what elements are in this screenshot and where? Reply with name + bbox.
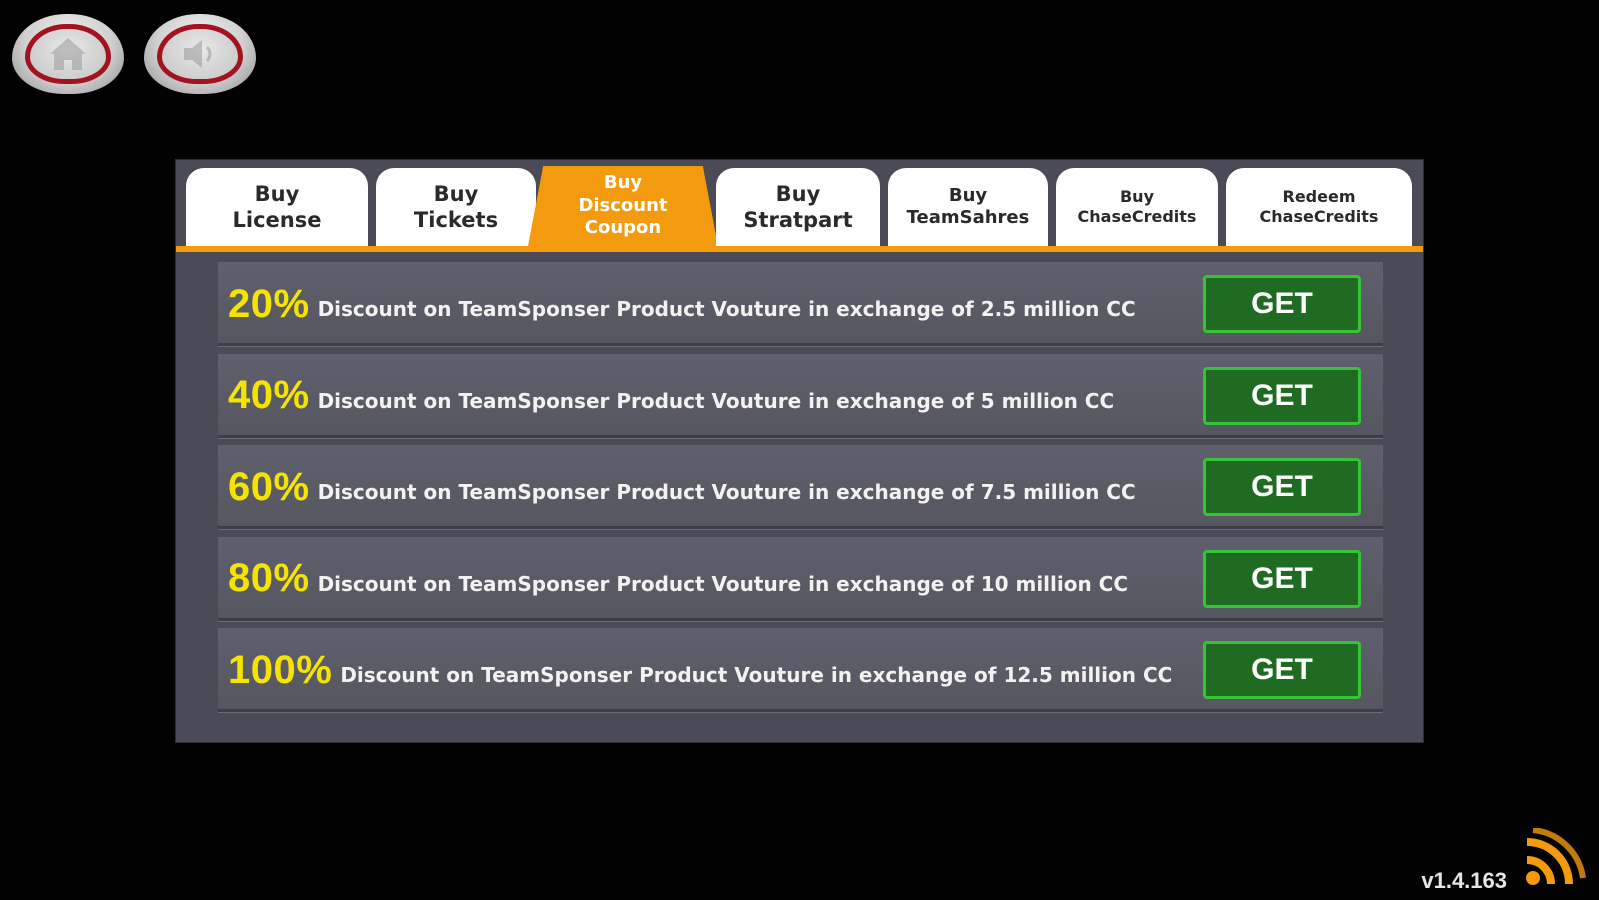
- tab-label: Redeem ChaseCredits: [1259, 187, 1379, 226]
- tab-label: Buy Tickets: [413, 181, 499, 232]
- coupon-row: 80% Discount on TeamSponser Product Vout…: [218, 536, 1383, 621]
- coupon-row: 60% Discount on TeamSponser Product Vout…: [218, 445, 1383, 529]
- home-button[interactable]: [12, 14, 124, 94]
- tab-bar: Buy License Buy Tickets Buy Discount Cou…: [176, 160, 1423, 252]
- get-button[interactable]: GET: [1203, 549, 1361, 608]
- tab-label: Buy Discount Coupon: [578, 172, 668, 239]
- tab-buy-teamsahres[interactable]: Buy TeamSahres: [888, 168, 1048, 246]
- discount-percent: 20%: [228, 281, 310, 326]
- tab-label: Buy License: [232, 181, 322, 232]
- version-label: v1.4.163: [1421, 868, 1507, 893]
- coupon-description: Discount on TeamSponser Product Vouture …: [317, 571, 1129, 596]
- discount-percent: 80%: [228, 556, 310, 600]
- tab-label: Buy Stratpart: [743, 181, 853, 232]
- tab-label: Buy TeamSahres: [906, 184, 1030, 229]
- tab-buy-tickets[interactable]: Buy Tickets: [376, 168, 536, 246]
- tab-redeem-chasecredits[interactable]: Redeem ChaseCredits: [1226, 168, 1412, 246]
- home-button-ring: [25, 24, 111, 84]
- game-screen: Buy License Buy Tickets Buy Discount Cou…: [0, 0, 1599, 900]
- get-button[interactable]: GET: [1203, 366, 1361, 425]
- get-button[interactable]: GET: [1203, 641, 1361, 699]
- coupon-row: 40% Discount on TeamSponser Product Vout…: [218, 353, 1383, 438]
- coupon-row: 20% Discount on TeamSponser Product Vout…: [218, 262, 1383, 346]
- coupon-description: Discount on TeamSponser Product Vouture …: [317, 480, 1136, 504]
- home-icon: [50, 38, 86, 70]
- coupon-description: Discount on TeamSponser Product Vouture …: [340, 663, 1173, 687]
- tab-buy-license[interactable]: Buy License: [186, 168, 368, 246]
- tab-buy-discount-coupon[interactable]: Buy Discount Coupon: [528, 166, 718, 246]
- sound-button-ring: [157, 24, 243, 84]
- wifi-icon: [1526, 828, 1586, 885]
- coupon-list: 20% Discount on TeamSponser Product Vout…: [218, 262, 1383, 720]
- tab-buy-stratpart[interactable]: Buy Stratpart: [716, 168, 880, 246]
- coupon-description: Discount on TeamSponser Product Vouture …: [317, 388, 1115, 413]
- speaker-icon: [184, 40, 212, 68]
- get-button[interactable]: GET: [1203, 458, 1361, 516]
- tab-label: Buy ChaseCredits: [1077, 187, 1197, 226]
- get-button[interactable]: GET: [1203, 275, 1361, 333]
- sound-button[interactable]: [144, 14, 256, 94]
- discount-percent: 40%: [228, 373, 310, 417]
- coupon-description: Discount on TeamSponser Product Vouture …: [317, 297, 1136, 321]
- discount-percent: 60%: [228, 464, 310, 509]
- shop-panel: Buy License Buy Tickets Buy Discount Cou…: [176, 160, 1423, 742]
- discount-percent: 100%: [228, 647, 333, 692]
- tab-buy-chasecredits[interactable]: Buy ChaseCredits: [1056, 168, 1218, 246]
- coupon-row: 100% Discount on TeamSponser Product Vou…: [218, 628, 1383, 712]
